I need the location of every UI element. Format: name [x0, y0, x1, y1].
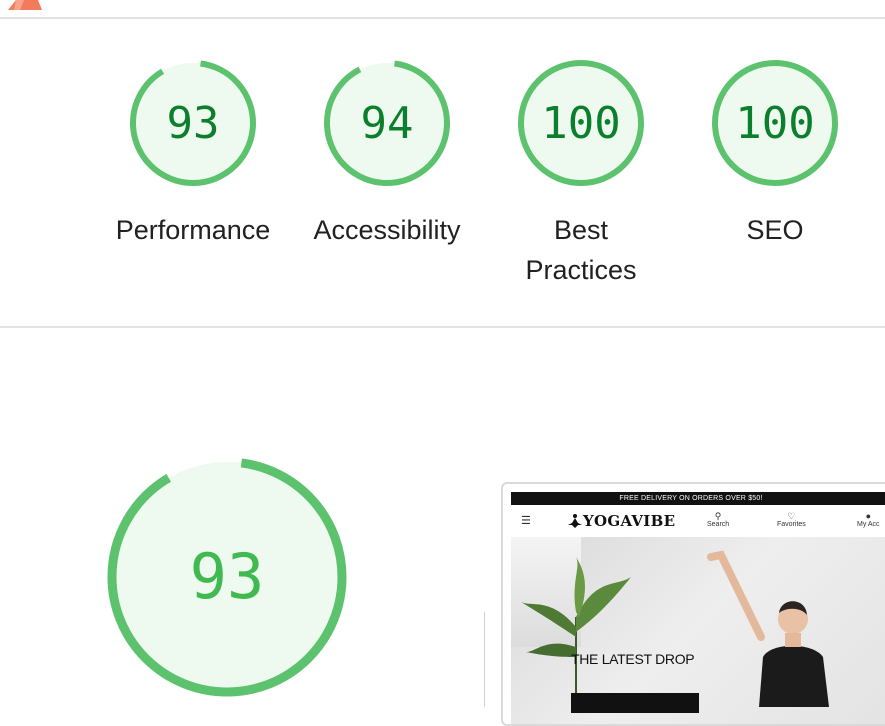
lighthouse-logo-icon	[8, 0, 42, 10]
performance-score-large: 93	[190, 540, 265, 613]
hero-title: THE LATEST DROP	[571, 651, 695, 667]
gauge-ring: 100	[712, 60, 838, 186]
brand-logo: YOGAVIBE	[567, 512, 675, 530]
nav-label: Favorites	[777, 521, 806, 528]
vertical-divider	[484, 612, 485, 707]
yoga-person-illustration	[707, 550, 829, 707]
heart-icon: ♡	[787, 511, 796, 521]
gauge-accessibility[interactable]: 94 Accessibility	[290, 58, 484, 250]
section-divider	[0, 326, 885, 328]
gauge-seo[interactable]: 100 SEO	[678, 58, 872, 250]
search-icon: ⚲	[714, 511, 722, 521]
nav-favorites: ♡ Favorites	[777, 511, 806, 528]
user-icon: ●	[865, 511, 871, 521]
brand-name: YOGAVIBE	[583, 512, 676, 530]
gauge-label: Best Practices	[525, 215, 637, 285]
nav-label: Search	[707, 521, 730, 528]
gauge-ring: 100	[518, 60, 644, 186]
gauge-ring: 94	[324, 60, 450, 186]
gauge-performance[interactable]: 93 Performance	[96, 58, 290, 250]
gauge-score: 94	[361, 98, 414, 149]
hero-image: THE LATEST DROP	[511, 537, 885, 724]
top-divider	[0, 17, 885, 19]
promo-bar: FREE DELIVERY ON ORDERS OVER $50!	[511, 492, 885, 505]
meditation-icon	[568, 514, 582, 528]
final-screenshot[interactable]: FREE DELIVERY ON ORDERS OVER $50! ☰ YOGA…	[501, 482, 885, 726]
gauge-score: 100	[735, 98, 814, 149]
menu-icon: ☰	[521, 515, 531, 527]
gauge-score: 100	[541, 98, 620, 149]
gauge-ring: 93	[130, 60, 256, 186]
performance-gauge-large: 93	[107, 457, 347, 697]
gauge-label: Performance	[115, 215, 271, 245]
nav-search: ⚲ Search	[707, 511, 729, 528]
hero-cta-button	[571, 693, 699, 713]
gauge-score: 93	[167, 98, 220, 149]
gauge-label: Accessibility	[313, 215, 461, 245]
gauge-label: SEO	[746, 215, 804, 245]
gauge-best-practices[interactable]: 100 Best Practices	[484, 58, 678, 290]
nav-account: ● My Acc	[857, 511, 880, 528]
site-nav: ☰ YOGAVIBE ⚲ Search ♡ Favorites ● My Acc	[511, 505, 885, 538]
nav-label: My Acc	[857, 521, 880, 528]
plant-illustration	[521, 557, 631, 697]
